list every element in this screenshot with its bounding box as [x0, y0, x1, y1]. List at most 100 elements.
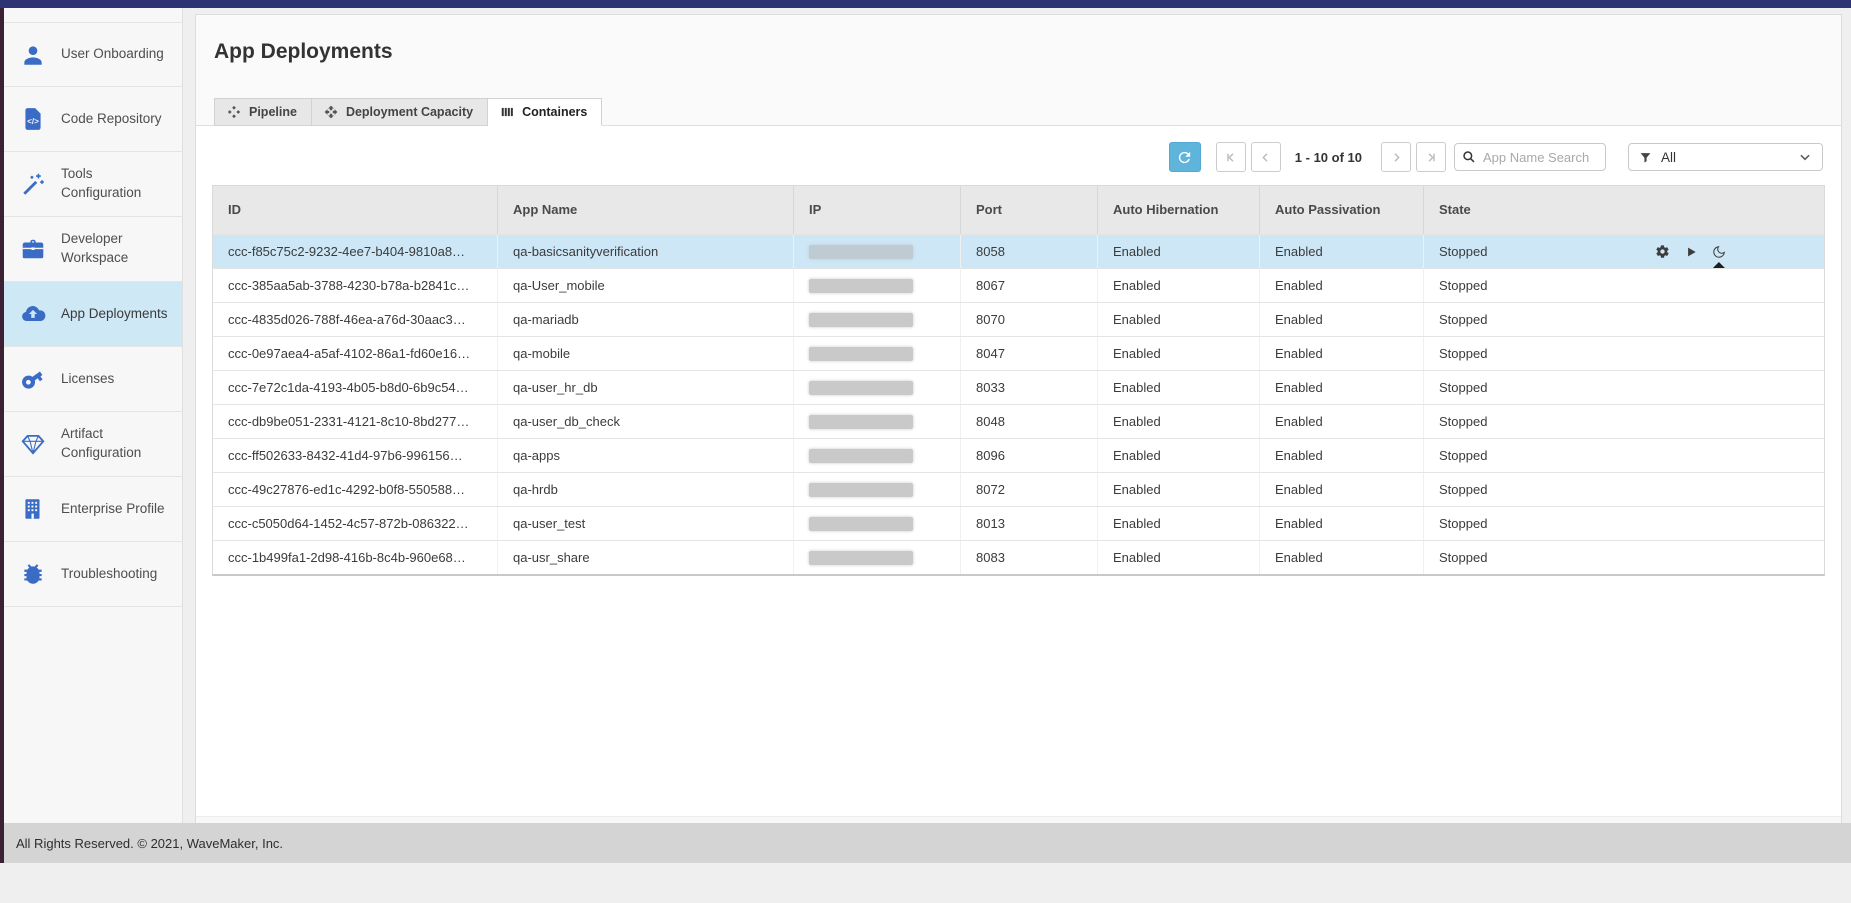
- sidebar-item-developer-workspace[interactable]: Developer Workspace: [4, 217, 182, 282]
- cell-id: ccc-1b499fa1-2d98-416b-8c4b-960e68…: [213, 541, 497, 574]
- column-header-state: State: [1423, 186, 1645, 234]
- sidebar-item-app-deployments[interactable]: App Deployments: [4, 282, 182, 347]
- magic-wand-icon: [20, 171, 46, 197]
- cell-actions: [1645, 269, 1824, 302]
- cell-actions: [1645, 337, 1824, 370]
- cell-auto-hibernation: Enabled: [1097, 507, 1259, 540]
- cell-port: 8047: [960, 337, 1097, 370]
- cell-port: 8072: [960, 473, 1097, 506]
- redacted-ip: [809, 245, 913, 259]
- cell-ip: [793, 371, 960, 404]
- pipeline-icon: [227, 105, 241, 119]
- table-row[interactable]: ccc-385aa5ab-3788-4230-b78a-b2841c… qa-U…: [213, 268, 1824, 302]
- redacted-ip: [809, 381, 913, 395]
- sidebar-item-user-onboarding[interactable]: User Onboarding: [4, 22, 182, 87]
- refresh-button[interactable]: [1169, 142, 1201, 172]
- cell-auto-hibernation: Enabled: [1097, 269, 1259, 302]
- containers-table: ID App Name IP Port Auto Hibernation Aut…: [212, 185, 1825, 576]
- sidebar: User Onboarding </> Code Repository Tool…: [4, 8, 183, 823]
- play-icon: [1684, 245, 1698, 259]
- table-row[interactable]: ccc-1b499fa1-2d98-416b-8c4b-960e68… qa-u…: [213, 540, 1824, 574]
- cell-auto-hibernation: Enabled: [1097, 405, 1259, 438]
- cell-app-name: qa-usr_share: [497, 541, 793, 574]
- previous-page-icon: [1258, 150, 1273, 165]
- cell-port: 8096: [960, 439, 1097, 472]
- cell-id: ccc-ff502633-8432-41d4-97b6-996156…: [213, 439, 497, 472]
- previous-page-button[interactable]: [1251, 142, 1281, 172]
- cell-auto-hibernation: Enabled: [1097, 337, 1259, 370]
- cell-actions: [1645, 507, 1824, 540]
- table-row[interactable]: ccc-ff502633-8432-41d4-97b6-996156… qa-a…: [213, 438, 1824, 472]
- cell-state: Stopped: [1423, 371, 1645, 404]
- cell-app-name: qa-hrdb: [497, 473, 793, 506]
- tab-containers[interactable]: Containers: [488, 98, 602, 126]
- cell-id: ccc-4835d026-788f-46ea-a76d-30aac3…: [213, 303, 497, 336]
- search-input[interactable]: [1454, 143, 1606, 171]
- grid-toolbar: 1 - 10 of 10 All: [196, 126, 1841, 173]
- cell-state: Stopped: [1423, 541, 1645, 574]
- table-row[interactable]: ccc-0e97aea4-a5af-4102-86a1-fd60e16… qa-…: [213, 336, 1824, 370]
- cell-port: 8013: [960, 507, 1097, 540]
- sidebar-item-label: User Onboarding: [61, 45, 170, 64]
- sidebar-item-artifact-configuration[interactable]: Artifact Configuration: [4, 412, 182, 477]
- bars-icon: [500, 105, 514, 119]
- cell-port: 8058: [960, 235, 1097, 268]
- tab-strip: Pipeline Deployment Capacity: [214, 98, 602, 126]
- table-row[interactable]: ccc-db9be051-2331-4121-8c10-8bd277… qa-u…: [213, 404, 1824, 438]
- footer: All Rights Reserved. © 2021, WaveMaker, …: [4, 823, 1851, 863]
- state-filter-select[interactable]: All: [1628, 143, 1823, 171]
- next-page-button[interactable]: [1381, 142, 1411, 172]
- cell-ip: [793, 303, 960, 336]
- sidebar-item-label: Enterprise Profile: [61, 500, 171, 519]
- redacted-ip: [809, 415, 913, 429]
- cell-app-name: qa-apps: [497, 439, 793, 472]
- redacted-ip: [809, 279, 913, 293]
- cell-app-name: qa-basicsanityverification: [497, 235, 793, 268]
- user-icon: [20, 42, 46, 68]
- table-row[interactable]: ccc-f85c75c2-9232-4ee7-b404-9810a8… qa-b…: [213, 234, 1824, 268]
- redacted-ip: [809, 483, 913, 497]
- table-row[interactable]: ccc-4835d026-788f-46ea-a76d-30aac3… qa-m…: [213, 302, 1824, 336]
- sidebar-item-code-repository[interactable]: </> Code Repository: [4, 87, 182, 152]
- top-accent-bar: [0, 0, 1851, 8]
- tab-pipeline[interactable]: Pipeline: [214, 98, 312, 126]
- first-page-button[interactable]: [1216, 142, 1246, 172]
- refresh-icon: [1176, 149, 1193, 166]
- start-button[interactable]: [1683, 244, 1698, 259]
- cell-state: Stopped: [1423, 507, 1645, 540]
- cell-id: ccc-49c27876-ed1c-4292-b0f8-550588…: [213, 473, 497, 506]
- tab-deployment-capacity[interactable]: Deployment Capacity: [312, 98, 488, 126]
- page-status: 1 - 10 of 10: [1295, 150, 1362, 165]
- passivate-button[interactable]: Passivate: [1711, 244, 1726, 259]
- code-file-icon: </>: [20, 106, 46, 132]
- last-page-button[interactable]: [1416, 142, 1446, 172]
- table-row[interactable]: ccc-49c27876-ed1c-4292-b0f8-550588… qa-h…: [213, 472, 1824, 506]
- table-row[interactable]: ccc-7e72c1da-4193-4b05-b8d0-6b9c54… qa-u…: [213, 370, 1824, 404]
- app-name-search: [1454, 143, 1606, 171]
- cell-auto-passivation: Enabled: [1259, 507, 1423, 540]
- cell-state: Stopped: [1423, 269, 1645, 302]
- cell-port: 8083: [960, 541, 1097, 574]
- cell-auto-passivation: Enabled: [1259, 473, 1423, 506]
- last-page-icon: [1424, 150, 1439, 165]
- filter-selected-value: All: [1661, 150, 1798, 165]
- cell-app-name: qa-user_db_check: [497, 405, 793, 438]
- settings-button[interactable]: [1655, 244, 1670, 259]
- sidebar-item-tools-configuration[interactable]: Tools Configuration: [4, 152, 182, 217]
- column-header-auto-hibernation: Auto Hibernation: [1097, 186, 1259, 234]
- cell-port: 8033: [960, 371, 1097, 404]
- cell-id: ccc-f85c75c2-9232-4ee7-b404-9810a8…: [213, 235, 497, 268]
- cell-auto-hibernation: Enabled: [1097, 541, 1259, 574]
- main-content: App Deployments Pipeline: [183, 8, 1851, 823]
- cell-id: ccc-c5050d64-1452-4c57-872b-086322…: [213, 507, 497, 540]
- cell-app-name: qa-user_test: [497, 507, 793, 540]
- cell-id: ccc-7e72c1da-4193-4b05-b8d0-6b9c54…: [213, 371, 497, 404]
- cell-port: 8048: [960, 405, 1097, 438]
- sidebar-item-enterprise-profile[interactable]: Enterprise Profile: [4, 477, 182, 542]
- column-header-auto-passivation: Auto Passivation: [1259, 186, 1423, 234]
- sidebar-item-troubleshooting[interactable]: Troubleshooting: [4, 542, 182, 607]
- table-row[interactable]: ccc-c5050d64-1452-4c57-872b-086322… qa-u…: [213, 506, 1824, 540]
- cell-ip: [793, 337, 960, 370]
- sidebar-item-licenses[interactable]: Licenses: [4, 347, 182, 412]
- cell-port: 8070: [960, 303, 1097, 336]
